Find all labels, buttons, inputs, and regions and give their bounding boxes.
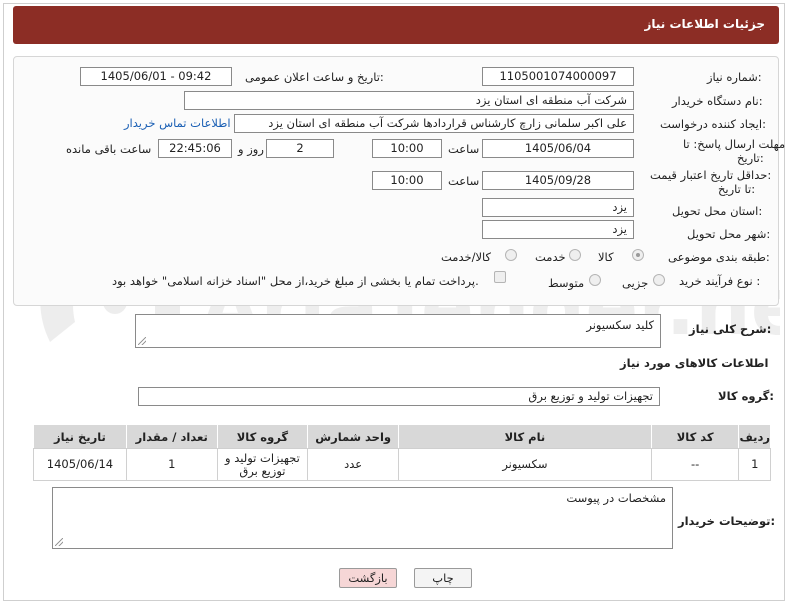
announce-field: 1405/06/01 - 09:42 — [80, 67, 232, 86]
process-radio-medium[interactable] — [589, 274, 601, 286]
process-option-medium: متوسط — [548, 276, 585, 290]
description-textarea[interactable]: کلید سکسیونر — [135, 314, 661, 348]
goods-group-field: تجهیزات تولید و توزیع برق — [138, 387, 660, 406]
category-option-goods: کالا — [598, 250, 614, 264]
goods-group-label: گروه کالا: — [718, 389, 774, 403]
payment-note: پرداخت تمام یا بخشی از مبلغ خرید،از محل … — [112, 274, 479, 288]
price-validity-label: حداقل تاریخ اعتبار قیمت: — [650, 168, 772, 182]
buyer-notes-textarea[interactable]: مشخصات در پیوست — [52, 487, 673, 549]
days-field: 2 — [266, 139, 334, 158]
province-field: یزد — [482, 198, 634, 217]
goods-info-heading: اطلاعات کالاهای مورد نیاز — [620, 356, 769, 370]
back-button[interactable]: بازگشت — [339, 568, 397, 588]
col-row: ردیف — [738, 424, 771, 449]
category-option-goods-service: کالا/خدمت — [441, 250, 492, 264]
need-number-label: شماره نیاز: — [707, 70, 762, 84]
cell-date: 1405/06/14 — [33, 448, 127, 481]
description-text: کلید سکسیونر — [586, 318, 654, 332]
print-button[interactable]: چاپ — [414, 568, 472, 588]
buyer-notes-label: توضیحات خریدار: — [678, 514, 776, 528]
table-row: 1 -- سکسیونر عدد تجهیزات تولید و توزیع ب… — [33, 448, 771, 481]
remaining-time-label: ساعت باقی مانده — [66, 142, 152, 156]
price-time-label: ساعت — [448, 174, 480, 188]
days-label: روز و — [238, 142, 264, 156]
remaining-time-field: 22:45:06 — [158, 139, 232, 158]
category-radio-service[interactable] — [569, 249, 581, 261]
city-label: شهر محل تحویل: — [687, 227, 771, 241]
need-number-field: 1105001074000097 — [482, 67, 634, 86]
price-validity-label-2: تا تاریخ: — [718, 182, 756, 196]
cell-row: 1 — [738, 448, 771, 481]
category-label: طبقه بندی موضوعی: — [668, 250, 770, 264]
reply-time-label: ساعت — [448, 142, 480, 156]
category-option-service: خدمت — [535, 250, 566, 264]
buyer-org-label: نام دستگاه خریدار: — [672, 94, 763, 108]
payment-checkbox[interactable] — [494, 271, 506, 283]
resize-grip-icon[interactable] — [138, 337, 146, 345]
province-label: استان محل تحویل: — [672, 204, 763, 218]
resize-grip-icon[interactable] — [55, 538, 63, 546]
creator-field: علی اکبر سلمانی زارچ کارشناس قراردادها ش… — [234, 114, 634, 133]
reply-deadline-label: مهلت ارسال پاسخ: تا — [683, 137, 786, 151]
cell-unit: عدد — [307, 448, 400, 481]
process-option-minor: جزیی — [622, 276, 649, 290]
cell-code: -- — [650, 448, 740, 481]
announce-label: تاریخ و ساعت اعلان عمومی: — [245, 70, 384, 84]
creator-label: ایجاد کننده درخواست: — [660, 117, 766, 131]
category-radio-goods[interactable] — [632, 249, 644, 261]
reply-date-field: 1405/06/04 — [482, 139, 634, 158]
reply-time-field: 10:00 — [372, 139, 442, 158]
table-header-row: ردیف کد کالا نام کالا واحد شمارش گروه کا… — [33, 424, 771, 449]
col-unit: واحد شمارش — [307, 424, 400, 449]
price-date-field: 1405/09/28 — [482, 171, 634, 190]
page-title: جزئیات اطلاعات نیاز — [644, 17, 765, 31]
items-table: ردیف کد کالا نام کالا واحد شمارش گروه کا… — [33, 424, 771, 481]
cell-group: تجهیزات تولید و توزیع برق — [216, 448, 309, 481]
city-field: یزد — [482, 220, 634, 239]
process-label: نوع فرآیند خرید : — [679, 274, 761, 288]
reply-deadline-label-2: تاریخ: — [737, 151, 764, 165]
price-time-field: 10:00 — [372, 171, 442, 190]
buyer-org-field: شرکت آب منطقه ای استان یزد — [184, 91, 634, 110]
buyer-contact-link[interactable]: اطلاعات تماس خریدار — [124, 116, 231, 130]
col-quantity: تعداد / مقدار — [125, 424, 218, 449]
cell-quantity: 1 — [125, 448, 218, 481]
description-label: شرح کلی نیاز: — [689, 322, 772, 336]
col-date: تاریخ نیاز — [33, 424, 127, 449]
process-radio-minor[interactable] — [653, 274, 665, 286]
header-bar: جزئیات اطلاعات نیاز — [13, 6, 779, 44]
col-name: نام کالا — [398, 424, 652, 449]
col-group: گروه کالا — [216, 424, 309, 449]
category-radio-goods-service[interactable] — [505, 249, 517, 261]
col-code: کد کالا — [650, 424, 740, 449]
cell-name: سکسیونر — [398, 448, 652, 481]
buyer-notes-text: مشخصات در پیوست — [566, 491, 666, 505]
